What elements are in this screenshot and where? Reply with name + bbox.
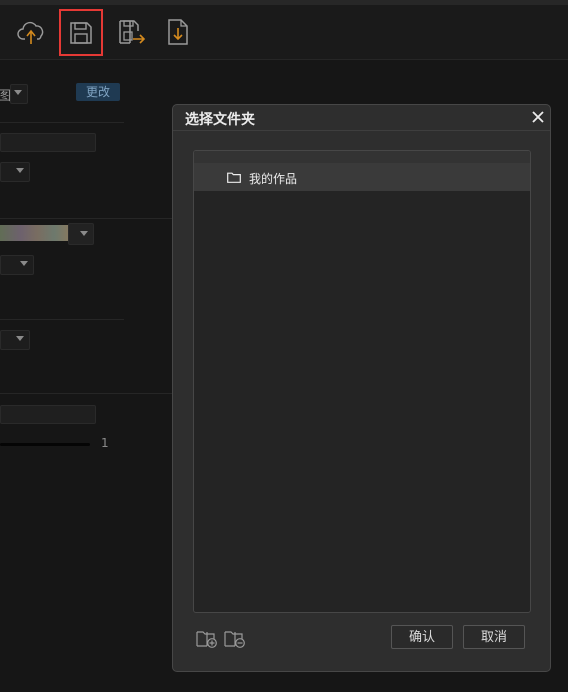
option-select[interactable]	[0, 162, 30, 182]
dialog-header-divider	[173, 130, 550, 131]
export-file-icon	[168, 19, 188, 45]
save-button[interactable]	[59, 9, 103, 56]
type-select[interactable]	[10, 84, 28, 104]
slider-value: 1	[101, 436, 109, 450]
change-button[interactable]: 更改	[76, 83, 120, 101]
gradient-select[interactable]	[68, 223, 94, 245]
folder-tree[interactable]: 我的作品	[193, 150, 531, 613]
folder-remove-icon	[224, 631, 245, 648]
select-folder-dialog: 选择文件夹 我的作品 确认 取消	[172, 104, 551, 672]
tree-item-label: 我的作品	[249, 172, 298, 186]
chevron-down-icon	[16, 336, 24, 341]
dialog-title: 选择文件夹	[185, 112, 255, 128]
panel-divider	[0, 319, 124, 320]
new-folder-button[interactable]	[196, 629, 218, 649]
save-as-icon	[119, 20, 146, 44]
color-gradient-swatch[interactable]	[0, 225, 68, 241]
chevron-down-icon	[20, 261, 28, 266]
chevron-down-icon	[16, 168, 24, 173]
cancel-button[interactable]: 取消	[463, 625, 525, 649]
panel-divider	[0, 393, 172, 394]
folder-tree-header	[194, 151, 530, 163]
option-select[interactable]	[0, 255, 34, 275]
toolbar	[0, 5, 568, 60]
folder-add-icon	[196, 631, 217, 648]
close-icon	[532, 111, 544, 123]
confirm-button[interactable]: 确认	[391, 625, 453, 649]
slider[interactable]	[0, 443, 90, 446]
panel-divider	[0, 122, 124, 123]
cloud-upload-icon	[17, 21, 44, 44]
save-icon	[70, 21, 92, 44]
text-field[interactable]	[0, 133, 96, 152]
chevron-down-icon	[80, 231, 88, 236]
export-file-button[interactable]	[158, 12, 198, 52]
close-button[interactable]	[530, 109, 546, 125]
tree-item-my-works[interactable]: 我的作品	[194, 163, 530, 191]
delete-folder-button[interactable]	[224, 629, 246, 649]
text-field[interactable]	[0, 405, 96, 424]
option-select[interactable]	[0, 330, 30, 350]
chevron-down-icon	[14, 90, 22, 95]
save-as-button[interactable]	[112, 12, 152, 52]
folder-icon	[227, 172, 241, 183]
cloud-upload-button[interactable]	[12, 12, 52, 52]
panel-divider	[0, 218, 172, 219]
